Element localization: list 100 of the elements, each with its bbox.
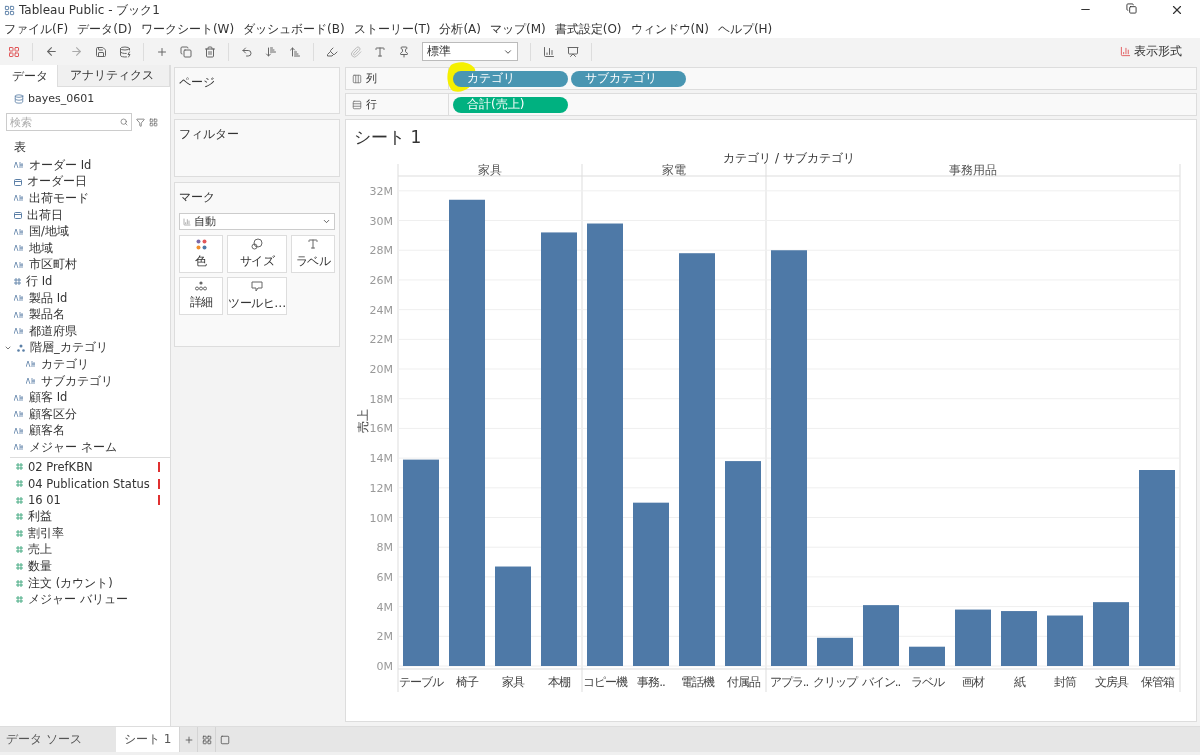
field-item[interactable]: 16 01 [0, 491, 170, 509]
menu-item[interactable]: ワークシート(W) [140, 20, 235, 38]
y-tick-label: 26M [369, 273, 393, 287]
menu-item[interactable]: ファイル(F) [4, 20, 69, 38]
group-icon[interactable] [350, 45, 362, 58]
field-name: メジャー バリュー [28, 592, 128, 608]
field-item[interactable]: 顧客区分 [0, 405, 170, 423]
bar-chart-icon [1120, 46, 1131, 57]
new-worksheet-icon[interactable] [183, 734, 194, 745]
x-tick-label: 家具 [502, 675, 524, 689]
mark-button[interactable]: ツールヒ… [227, 277, 287, 315]
sort-ascending-icon[interactable] [265, 45, 277, 58]
bar[interactable] [817, 637, 853, 666]
field-item[interactable]: カテゴリ [0, 356, 170, 373]
y-tick-label: 22M [369, 333, 393, 347]
field-name: 割引率 [28, 525, 64, 541]
field-name: 製品名 [29, 307, 65, 323]
field-name: 注文 (カウント) [28, 575, 113, 591]
filter-icon[interactable] [136, 117, 145, 127]
fit-dropdown[interactable]: 標準 [422, 42, 518, 61]
menu-item[interactable]: ヘルプ(H) [717, 20, 773, 38]
card-title: マーク [179, 189, 216, 206]
field-item[interactable]: 階層_カテゴリ [0, 339, 170, 357]
field-item[interactable]: メジャー ネーム [0, 439, 170, 456]
field-item[interactable]: 売上 [0, 541, 170, 559]
mark-button[interactable]: 詳細 [179, 277, 223, 315]
field-item[interactable]: メジャー バリュー [0, 591, 170, 609]
field-item[interactable]: 数量 [0, 558, 170, 575]
y-tick-label: 28M [369, 244, 393, 258]
field-name: 地域 [29, 240, 53, 256]
back-icon[interactable] [45, 45, 58, 58]
highlight-icon[interactable] [326, 45, 338, 58]
save-icon[interactable] [95, 45, 107, 58]
field-item[interactable]: 製品 Id [0, 289, 170, 307]
field-name: 02 PrefKBN [28, 460, 93, 474]
columns-icon [352, 73, 362, 84]
view-options-icon[interactable] [149, 117, 158, 127]
mark-type-dropdown[interactable]: 自動 [179, 213, 335, 230]
field-item[interactable]: 顧客 Id [0, 389, 170, 406]
field-name: 顧客 Id [29, 390, 68, 406]
string-type-icon [14, 245, 24, 252]
new-dashboard-icon[interactable] [201, 734, 212, 745]
category-header: 家具 [478, 163, 502, 177]
field-item[interactable]: 行 Id [0, 273, 170, 290]
mark-button[interactable]: サイズ [227, 235, 287, 273]
field-item[interactable]: 都道府県 [0, 322, 170, 340]
menu-item[interactable]: 分析(A) [439, 20, 481, 38]
field-item[interactable]: 国/地域 [0, 223, 170, 240]
field-name: 階層_カテゴリ [30, 340, 108, 356]
field-item[interactable]: 顧客名 [0, 422, 170, 440]
menu-item[interactable]: ストーリー(T) [353, 20, 431, 38]
field-item[interactable]: 地域 [0, 239, 170, 257]
y-axis-title: 売上 [356, 409, 370, 433]
sort-descending-icon[interactable] [289, 45, 301, 58]
restore-icon[interactable] [1125, 3, 1137, 14]
presentation-icon[interactable] [567, 45, 579, 58]
menu-item[interactable]: 書式設定(O) [554, 20, 622, 38]
category-header: 家電 [662, 163, 686, 177]
field-item[interactable]: オーダー日 [0, 173, 170, 191]
menu-item[interactable]: マップ(M) [490, 20, 546, 38]
field-item[interactable]: 04 Publication Status [0, 475, 170, 492]
x-tick-label: クリップ [813, 675, 857, 689]
datasource-name[interactable]: bayes_0601 [28, 92, 95, 105]
sheet-tab[interactable]: シート 1 [116, 727, 180, 752]
duplicate-icon[interactable] [180, 45, 192, 58]
x-tick-label: ラベル [910, 675, 944, 689]
field-item[interactable]: 出荷日 [0, 206, 170, 224]
field-name: 出荷日 [27, 207, 63, 223]
menu-item[interactable]: ウィンドウ(N) [630, 20, 709, 38]
bar[interactable] [909, 646, 945, 666]
field-item[interactable]: 利益 [0, 508, 170, 526]
field-item[interactable]: 製品名 [0, 306, 170, 323]
menu-item[interactable]: ダッシュボード(B) [243, 20, 345, 38]
label-icon[interactable] [374, 45, 386, 58]
field-item[interactable]: オーダー Id [0, 157, 170, 174]
close-icon[interactable] [1170, 3, 1184, 17]
pin-icon[interactable] [398, 45, 410, 58]
field-item[interactable]: 割引率 [0, 525, 170, 542]
x-tick-label: 封筒 [1054, 675, 1076, 689]
new-datasource-icon[interactable] [119, 45, 131, 58]
field-item[interactable]: 注文 (カウント) [0, 574, 170, 592]
field-item[interactable]: 出荷モード [0, 190, 170, 207]
mark-button[interactable]: 色 [179, 235, 223, 273]
forward-icon[interactable] [70, 45, 83, 58]
field-item[interactable]: サブカテゴリ [0, 372, 170, 390]
new-story-icon[interactable] [219, 734, 230, 745]
show-me-button[interactable]: 表示形式 [1120, 43, 1182, 60]
field-name: 都道府県 [29, 323, 77, 339]
calendar-icon [14, 211, 22, 220]
menu-item[interactable]: データ(D) [77, 20, 132, 38]
datasource-icon [14, 93, 24, 104]
mark-button[interactable]: ラベル [291, 235, 335, 273]
new-sheet-icon[interactable] [156, 45, 168, 58]
field-item[interactable]: 02 PrefKBN [0, 458, 170, 476]
datasource-tab[interactable]: データ ソース [0, 727, 116, 752]
clear-sheet-icon[interactable] [204, 45, 216, 58]
chart-icon[interactable] [543, 45, 555, 58]
pane-tab[interactable]: アナリティクス [58, 65, 170, 87]
field-item[interactable]: 市区町村 [0, 256, 170, 274]
field-name: カテゴリ [41, 356, 89, 372]
